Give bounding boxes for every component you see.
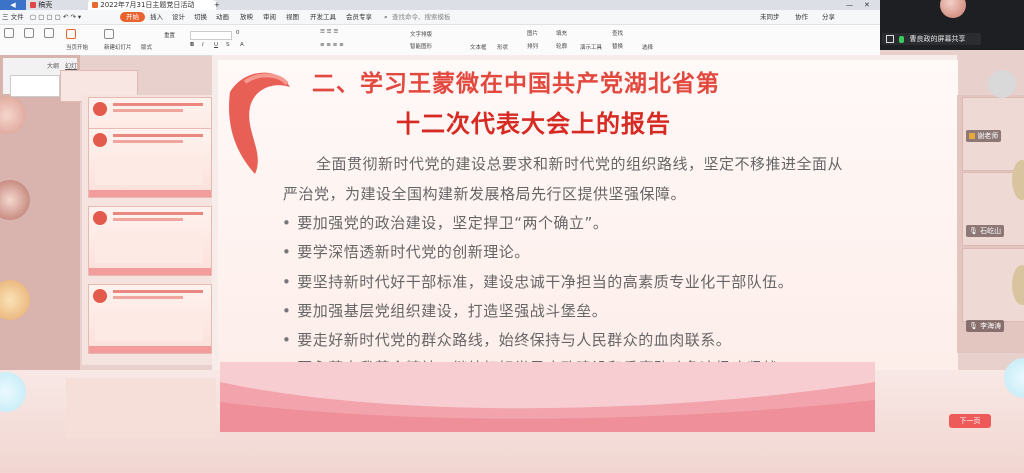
bold-button[interactable]: B	[190, 42, 194, 48]
thumb-mini[interactable]	[10, 75, 60, 97]
layout-button[interactable]: 版式	[141, 43, 152, 51]
participant-name-label: 🎙 石屹山	[966, 225, 1005, 237]
file-menu[interactable]: 三 文件	[2, 10, 24, 24]
text-layout-button[interactable]: 文字排版	[410, 30, 432, 38]
screen-icon	[886, 35, 894, 43]
textbox-button[interactable]: 文本框	[470, 43, 487, 51]
red-ribbon-decoration	[229, 72, 290, 174]
ppt-icon	[92, 2, 98, 8]
close-button[interactable]: ✕	[864, 0, 870, 10]
tab-doc-1[interactable]: 稿壳	[30, 0, 52, 10]
menu-item-animation[interactable]: 动画	[216, 10, 229, 24]
reset-button[interactable]: 重置	[164, 31, 175, 39]
command-search-input[interactable]: 查找命令、搜索模板	[392, 10, 451, 24]
bullet-item: • 要走好新时代党的群众路线，始终保持与人民群众的血肉联系。	[282, 331, 732, 349]
menu-item-design[interactable]: 设计	[172, 10, 185, 24]
play-from-current-button[interactable]: 当页开始	[66, 43, 88, 51]
screen-share-badge[interactable]: 曹良政的屏幕共享	[882, 33, 981, 45]
participant-name-label: 谢老师	[966, 130, 1002, 142]
wps-icon	[30, 2, 36, 8]
outline-tab[interactable]: 大纲	[47, 61, 59, 70]
menu-item-insert[interactable]: 插入	[150, 10, 163, 24]
presentation-tools-button[interactable]: 演示工具	[580, 43, 602, 51]
participant-name-label: 🎙 李海涛	[966, 320, 1005, 332]
underline-button[interactable]: U	[214, 42, 218, 48]
arrange-button[interactable]: 排列	[527, 42, 538, 50]
tab-bar: ◀ 稿壳 2022年7月31日主题党日活动 + — ✕	[0, 0, 880, 10]
menu-item-review[interactable]: 审阅	[263, 10, 276, 24]
new-tab-button[interactable]: +	[214, 0, 220, 10]
menu-item-transition[interactable]: 切换	[194, 10, 207, 24]
play-from-current-icon[interactable]	[66, 29, 78, 39]
share-button[interactable]: 分享	[822, 10, 835, 24]
participant-avatar	[988, 70, 1016, 98]
slide-thumbnail[interactable]	[88, 284, 212, 354]
menu-item-view[interactable]: 视图	[286, 10, 299, 24]
tab-doc-1-label: 稿壳	[38, 1, 53, 9]
select-button[interactable]: 选择	[642, 43, 653, 51]
menu-bar: 三 文件 ▢ ▢ ▢ ▢ ↶ ↷ ▾ 开始 插入 设计 切换 动画 放映 审阅 …	[0, 10, 880, 25]
share-label: 曹良政的屏幕共享	[909, 35, 966, 43]
font-name-select[interactable]	[190, 31, 232, 42]
find-button[interactable]: 查找	[612, 29, 623, 37]
menu-item-start[interactable]: 开始	[120, 12, 145, 22]
italic-button[interactable]: I	[202, 42, 204, 48]
align-icons[interactable]: ≡ ≡ ≡ ≡	[320, 42, 344, 48]
slide-footer-wave	[220, 362, 875, 432]
format-painter-icon[interactable]	[44, 28, 56, 38]
font-size-select[interactable]: 0	[236, 30, 240, 36]
font-color-button[interactable]: A	[240, 42, 244, 48]
home-tab[interactable]: ◀	[0, 0, 26, 10]
bullet-list-icon[interactable]: ☰ ☰ ☰	[320, 29, 338, 35]
strikethrough-button[interactable]: S	[226, 42, 230, 48]
microphone-icon: 🎙	[969, 227, 978, 235]
ribbon-toolbar: 当页开始 新建幻灯片 版式 重置 0 B I U S A ☰ ☰ ☰ ≡ ≡ ≡…	[0, 25, 880, 56]
intro-line2: 严治党，为建设全国构建新发展格局先行区提供坚强保障。	[283, 185, 687, 203]
slide-thumbnail[interactable]	[88, 206, 212, 276]
menu-item-devtools[interactable]: 开发工具	[310, 10, 336, 24]
search-icon: ⌕	[384, 13, 388, 21]
fill-button[interactable]: 填充	[556, 29, 567, 37]
smartart-button[interactable]: 智能图形	[410, 42, 432, 50]
slide-title-line1: 二、学习王蒙微在中国共产党湖北省第	[312, 71, 720, 97]
menu-item-member[interactable]: 会员专享	[346, 10, 372, 24]
microphone-icon: 🎙	[969, 322, 978, 330]
new-slide-button[interactable]: 新建幻灯片	[104, 43, 132, 51]
minimize-button[interactable]: —	[846, 0, 853, 10]
tab-doc-2-label: 2022年7月31日主题党日活动	[100, 1, 195, 9]
notes-area	[66, 378, 216, 438]
slide-thumbnail[interactable]	[88, 128, 212, 198]
bullet-item: • 要坚持新时代好干部标准，建设忠诚干净担当的高素质专业化干部队伍。	[282, 273, 794, 291]
collaborate-button[interactable]: 协作	[795, 10, 808, 24]
intro-line1: 全面贯彻新时代党的建设总要求和新时代党的组织路线，坚定不移推进全面从	[316, 155, 844, 173]
paste-icon[interactable]	[4, 28, 16, 38]
slide-title-line2: 十二次代表大会上的报告	[396, 110, 671, 138]
sync-status[interactable]: 未同步	[760, 10, 780, 24]
menu-item-slideshow[interactable]: 放映	[240, 10, 253, 24]
shape-button[interactable]: 形状	[497, 43, 508, 51]
bullet-item: • 要加强基层党组织建设，打造坚强战斗堡垒。	[282, 302, 608, 320]
next-page-button[interactable]: 下一页	[949, 414, 991, 428]
replace-button[interactable]: 替换	[612, 42, 623, 50]
bullet-item: • 要学深悟透新时代党的创新理论。	[282, 243, 530, 261]
presenter-avatar	[940, 0, 966, 18]
cut-icon[interactable]	[24, 28, 36, 38]
outline-button[interactable]: 轮廓	[556, 42, 567, 50]
quick-access-icons: ▢ ▢ ▢ ▢ ↶ ↷ ▾	[30, 13, 82, 21]
microphone-icon	[899, 35, 905, 43]
bullet-item: • 要加强党的政治建设，坚定捍卫“两个确立”。	[282, 214, 609, 232]
picture-button[interactable]: 图片	[527, 29, 538, 37]
tab-doc-2[interactable]: 2022年7月31日主题党日活动	[88, 0, 216, 10]
new-slide-icon[interactable]	[104, 29, 116, 39]
host-icon	[969, 133, 975, 139]
